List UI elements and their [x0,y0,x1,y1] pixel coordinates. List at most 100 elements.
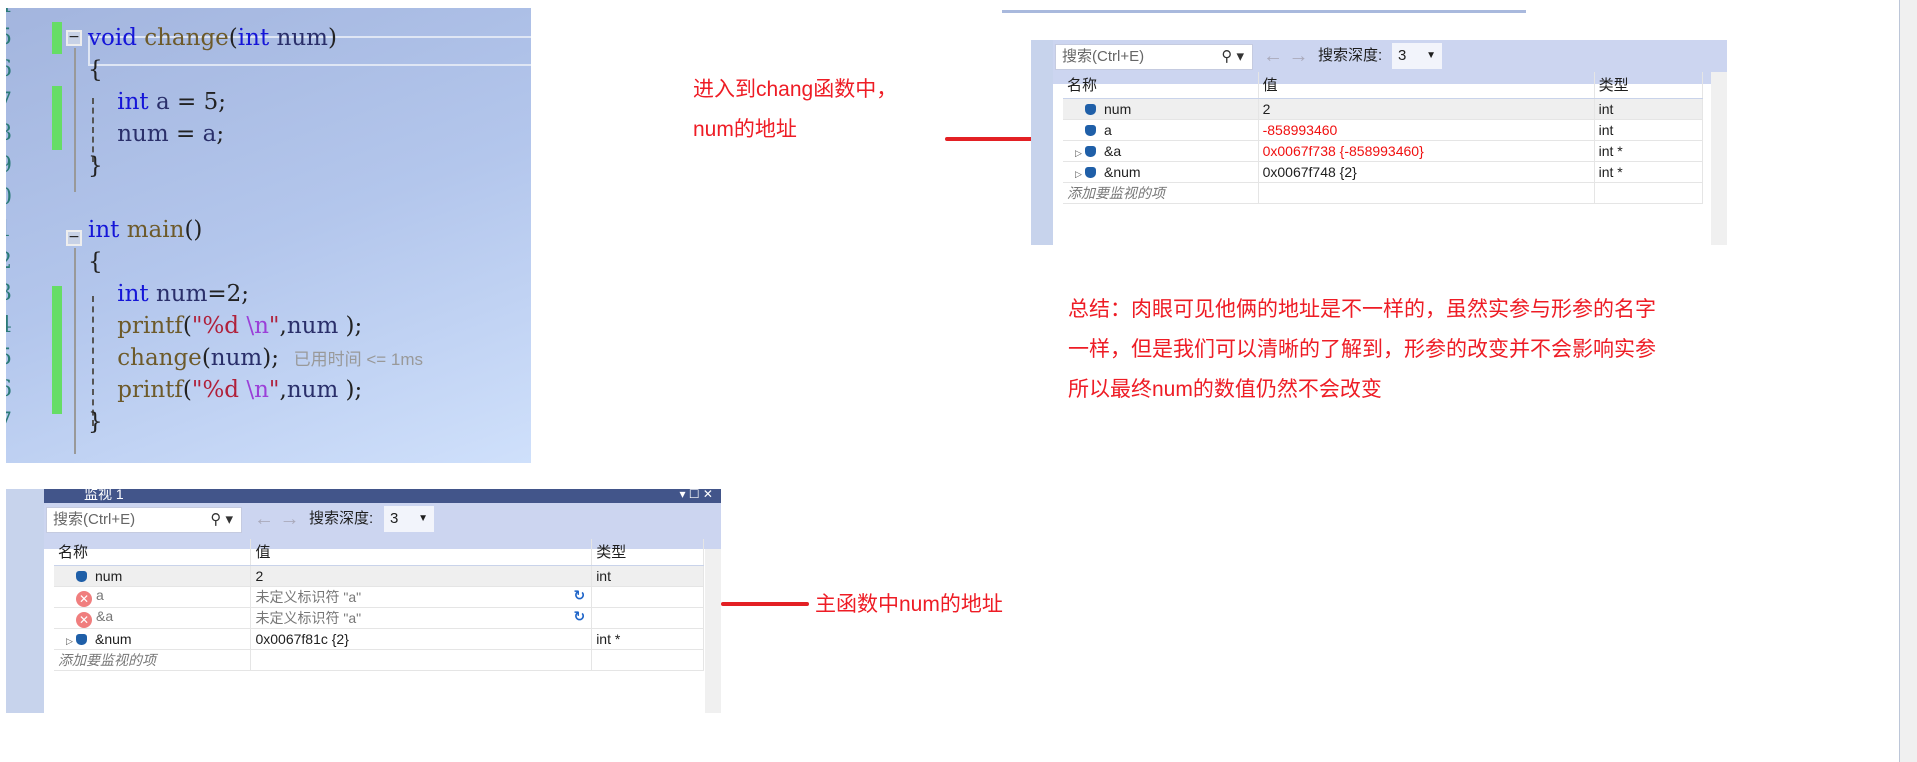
name-cell[interactable]: num [54,565,252,587]
value-cell[interactable]: 2 [250,565,593,587]
search-depth-select[interactable]: 3 ▼ [1392,43,1442,69]
name-cell[interactable]: ✕ &a [54,607,252,629]
window-controls-icon[interactable]: ▾ ☐ ✕ [679,489,713,500]
code-token: { [88,57,103,83]
search-icon[interactable]: ⚲ ▾ [1221,45,1244,69]
code-token: =2; [207,281,250,307]
code-line: 6{ [6,54,531,86]
code-token: ); [262,345,279,371]
type-cell: int * [591,628,704,650]
search-depth-label: 搜索深度: [309,510,374,527]
refresh-icon[interactable]: ↻ [573,608,585,625]
table-row[interactable]: ✕ a 未定义标识符 "a" ↻ [54,586,704,608]
pointer-line [945,137,1033,141]
name-cell[interactable]: ▷ &num [1063,161,1259,183]
value-cell[interactable]: -858993460 [1258,119,1595,141]
variable-icon [1085,103,1096,115]
search-input[interactable]: 搜索(Ctrl+E) ⚲ ▾ [1055,44,1253,70]
column-header-name[interactable]: 名称 [54,539,252,566]
value-cell[interactable]: 未定义标识符 "a" ↻ [250,586,593,608]
scrollbar[interactable] [1711,72,1727,245]
line-number: 8 [6,118,12,150]
value-cell[interactable]: 0x0067f81c {2} [250,628,593,650]
watch-panel-change: 搜索(Ctrl+E) ⚲ ▾ ← → 搜索深度: 3 ▼ 名称值类型 num 2 i… [1031,40,1727,245]
code-line: 0 [6,182,531,214]
line-number: 0 [6,182,12,214]
code-line: 9} [6,150,531,182]
variable-icon [76,633,87,645]
column-header-name[interactable]: 名称 [1063,72,1259,99]
line-number: 4 [6,310,12,342]
page-scrollbar[interactable] [1899,0,1917,762]
variable-icon [76,570,87,582]
column-header-type[interactable]: 类型 [1594,72,1704,99]
line-number: 5 [6,342,12,374]
value-cell[interactable]: 未定义标识符 "a" ↻ [250,607,593,629]
line-number: 7 [6,406,12,438]
variable-icon [1085,124,1096,136]
type-cell: int [1594,119,1704,141]
column-header-value[interactable]: 值 [1258,72,1595,99]
name-cell[interactable]: ▷ &a [1063,140,1259,162]
code-editor: − − 45void change(int num)6{7 int a = 5;… [6,8,531,463]
nav-arrows-icon[interactable]: ← → [254,507,300,531]
perf-tip: 已用时间 <= 1ms [293,350,424,369]
table-row[interactable]: ▷ &num 0x0067f81c {2} int * [54,628,704,650]
header-row: 名称值类型 [1063,72,1704,99]
code-token: \n [246,377,269,403]
search-depth-select[interactable]: 3 ▼ [384,506,434,532]
expand-icon[interactable]: ▷ [1075,148,1085,159]
chevron-down-icon: ▼ [418,513,428,524]
variable-icon [1085,166,1096,178]
code-token: change [136,25,229,51]
name-cell[interactable]: num [1063,98,1259,120]
search-input[interactable]: 搜索(Ctrl+E) ⚲ ▾ [46,507,242,533]
refresh-icon[interactable]: ↻ [573,587,585,604]
line-number: 2 [6,246,12,278]
add-watch-input[interactable]: 添加要监视的项 [1063,182,1259,204]
column-header-value[interactable]: 值 [250,539,593,566]
nav-arrows-icon[interactable]: ← → [1263,44,1309,68]
code-token: } [88,153,103,179]
add-watch-row[interactable]: 添加要监视的项 [54,649,704,671]
header-row: 名称值类型 [54,539,704,566]
code-text: change(num); 已用时间 <= 1ms [88,342,423,376]
table-row[interactable]: a -858993460 int [1063,119,1704,141]
code-token: printf [88,377,183,403]
type-cell: int * [1594,161,1704,183]
expand-icon[interactable]: ▷ [1075,169,1085,180]
code-token: " [268,377,280,403]
column-header-type[interactable]: 类型 [591,539,704,566]
value-cell[interactable]: 0x0067f738 {-858993460} [1258,140,1595,162]
search-icon[interactable]: ⚲ ▾ [210,508,233,532]
code-text: printf("%d \n",num ); [88,310,362,342]
code-token: ( [182,377,192,403]
scrollbar[interactable] [705,549,721,713]
value-cell[interactable]: 0x0067f748 {2} [1258,161,1595,183]
code-token: { [88,249,103,275]
code-text: int main() [88,214,202,246]
chevron-down-icon: ▼ [1426,50,1436,61]
annotation-line: num的地址 [693,118,797,141]
code-text: int num=2; [88,278,249,310]
add-watch-input[interactable]: 添加要监视的项 [54,649,252,671]
code-text: int a = 5; [88,86,226,118]
code-token: num [88,121,169,147]
name-cell[interactable]: ▷ &num [54,628,252,650]
add-watch-row[interactable]: 添加要监视的项 [1063,182,1704,204]
table-row[interactable]: ✕ &a 未定义标识符 "a" ↻ [54,607,704,629]
table-row[interactable]: ▷ &num 0x0067f748 {2} int * [1063,161,1704,183]
table-row[interactable]: ▷ &a 0x0067f738 {-858993460} int * [1063,140,1704,162]
side-strip [1031,40,1053,245]
code-text: { [88,54,103,86]
code-token: int [237,25,270,51]
table-row[interactable]: num 2 int [54,565,704,587]
pointer-line [721,602,809,606]
code-token: int [88,89,149,115]
expand-icon[interactable]: ▷ [66,636,76,647]
name-cell[interactable]: ✕ a [54,586,252,608]
code-token: = [168,121,203,147]
table-row[interactable]: num 2 int [1063,98,1704,120]
name-cell[interactable]: a [1063,119,1259,141]
value-cell[interactable]: 2 [1258,98,1595,120]
